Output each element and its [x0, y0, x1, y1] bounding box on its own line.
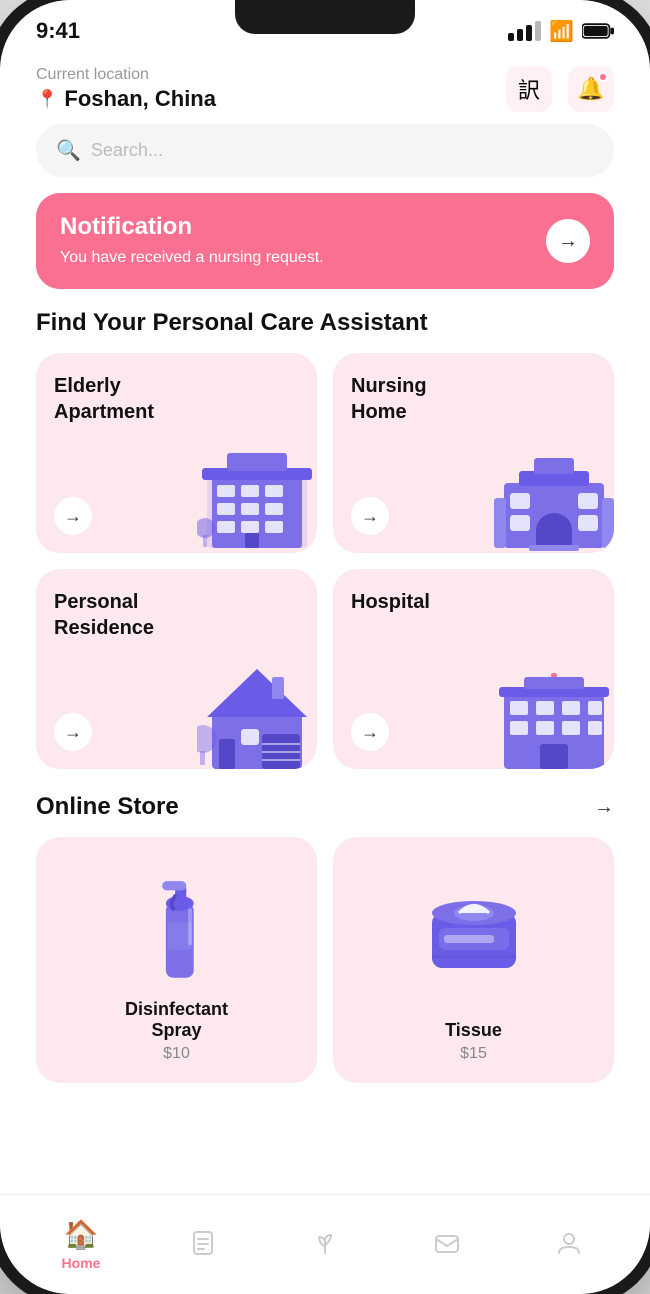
disinfectant-spray-card[interactable]: DisinfectantSpray $10	[36, 837, 317, 1083]
store-grid: DisinfectantSpray $10	[0, 837, 650, 1113]
notification-title: Notification	[60, 213, 530, 241]
plant-icon	[311, 1229, 339, 1257]
disinfectant-spray-name: DisinfectantSpray	[125, 999, 228, 1041]
scroll-area: Current location 📍 Foshan, China 訳 🔔	[0, 56, 650, 1194]
nursing-home-card[interactable]: NursingHome →	[333, 353, 614, 553]
documents-icon	[189, 1229, 217, 1257]
hospital-card[interactable]: Hospital →	[333, 569, 614, 769]
tissue-illustration	[424, 857, 524, 1008]
translate-button[interactable]: 訳	[506, 66, 552, 112]
profile-icon	[555, 1229, 583, 1257]
nav-home[interactable]: 🏠 Home	[20, 1218, 142, 1271]
bell-button[interactable]: 🔔	[568, 66, 614, 112]
tissue-card[interactable]: Tissue $15	[333, 837, 614, 1083]
care-grid: ElderlyApartment →	[0, 353, 650, 793]
search-bar[interactable]: 🔍 Search...	[36, 124, 614, 177]
elderly-apartment-arrow[interactable]: →	[54, 497, 92, 535]
header: Current location 📍 Foshan, China 訳 🔔	[0, 56, 650, 124]
nav-profile[interactable]	[508, 1229, 630, 1261]
nursing-home-arrow[interactable]: →	[351, 497, 389, 535]
location-label: Current location	[36, 66, 216, 84]
nursing-home-illustration	[494, 443, 614, 553]
nursing-home-title: NursingHome	[351, 373, 596, 425]
location-block: Current location 📍 Foshan, China	[36, 66, 216, 112]
store-title: Online Store	[36, 793, 179, 821]
nav-plant[interactable]	[264, 1229, 386, 1261]
notification-arrow-button[interactable]: →	[546, 219, 590, 263]
hospital-arrow[interactable]: →	[351, 713, 389, 751]
home-icon: 🏠	[64, 1218, 99, 1251]
personal-residence-title: PersonalResidence	[54, 589, 299, 641]
nav-mail[interactable]	[386, 1229, 508, 1261]
battery-icon	[582, 22, 614, 40]
wifi-icon: 📶	[549, 19, 574, 44]
location-name: Foshan, China	[64, 86, 216, 112]
hospital-illustration	[494, 659, 614, 769]
status-time: 9:41	[36, 18, 80, 44]
elderly-apartment-card[interactable]: ElderlyApartment →	[36, 353, 317, 553]
home-label: Home	[62, 1255, 101, 1271]
disinfectant-spray-price: $10	[163, 1045, 190, 1063]
search-input[interactable]: Search...	[91, 140, 163, 161]
notification-dot	[598, 72, 608, 82]
store-see-all-button[interactable]: →	[594, 796, 614, 819]
mail-icon	[433, 1229, 461, 1257]
care-section-title: Find Your Personal Care Assistant	[0, 309, 650, 353]
disinfectant-spray-illustration	[137, 857, 217, 987]
header-icons: 訳 🔔	[506, 66, 614, 112]
elderly-apartment-title: ElderlyApartment	[54, 373, 299, 425]
notification-message: You have received a nursing request.	[60, 247, 530, 269]
personal-residence-card[interactable]: PersonalResidence →	[36, 569, 317, 769]
tissue-name: Tissue	[445, 1020, 502, 1041]
translate-icon: 訳	[518, 73, 540, 105]
notification-popup[interactable]: Notification You have received a nursing…	[36, 193, 614, 289]
hospital-title: Hospital	[351, 589, 596, 615]
elderly-apartment-illustration	[197, 443, 317, 553]
personal-residence-arrow[interactable]: →	[54, 713, 92, 751]
nav-documents[interactable]	[142, 1229, 264, 1261]
tissue-price: $15	[460, 1045, 487, 1063]
signal-bars-icon	[508, 21, 541, 41]
status-icons: 📶	[508, 19, 614, 44]
bottom-nav: 🏠 Home	[0, 1194, 650, 1294]
search-icon: 🔍	[56, 138, 81, 163]
store-header: Online Store →	[0, 793, 650, 837]
location-pin-icon: 📍	[36, 89, 58, 110]
personal-residence-illustration	[197, 659, 317, 769]
notification-content: Notification You have received a nursing…	[60, 213, 530, 269]
